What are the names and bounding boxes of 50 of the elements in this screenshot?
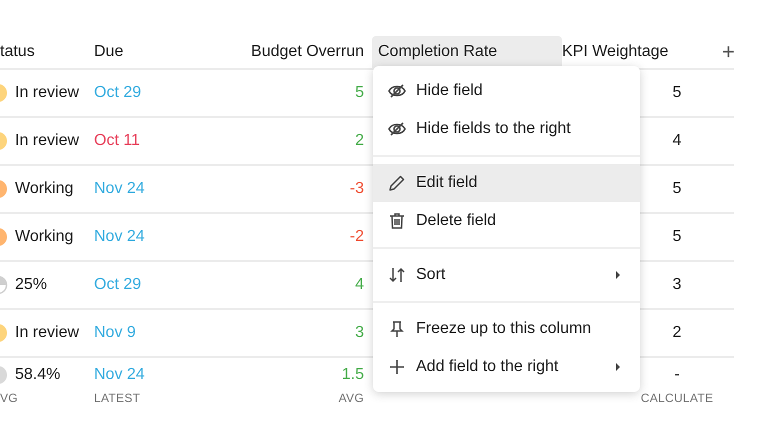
status-text: In review (15, 84, 80, 102)
menu-item[interactable]: Sort (373, 256, 640, 294)
due-date: Oct 29 (94, 276, 142, 293)
summary-label: LATEST (94, 391, 140, 405)
column-header[interactable]: Due (88, 36, 220, 68)
column-header[interactable]: KPI Weightage (562, 36, 722, 68)
overrun-value: 5 (355, 84, 364, 101)
trash-icon (387, 211, 407, 231)
status-text: 58.4% (15, 366, 60, 384)
due-date: Nov 24 (94, 180, 145, 197)
summary-label: AVG (338, 391, 364, 405)
due-date: Nov 24 (94, 366, 145, 382)
menu-item[interactable]: Freeze up to this column (373, 310, 640, 348)
kpi-value: - (674, 366, 680, 382)
pencil-icon (387, 173, 407, 193)
overrun-value: -3 (350, 180, 364, 197)
kpi-value: 4 (672, 132, 682, 149)
status-text: In review (15, 324, 80, 342)
menu-item[interactable]: Edit field (373, 164, 640, 202)
status-text: 25% (15, 276, 48, 294)
column-header[interactable]: Completion Rate (372, 36, 562, 68)
overrun-value: 4 (355, 276, 364, 293)
due-date: Nov 24 (94, 228, 145, 245)
column-header[interactable]: tatus (0, 36, 88, 68)
kpi-value: 3 (672, 276, 682, 293)
overrun-value: 3 (355, 324, 364, 341)
summary-label: CALCULATE (640, 391, 714, 405)
add-column-button[interactable]: + (722, 42, 760, 62)
due-date: Oct 29 (94, 84, 142, 101)
kpi-value: 2 (672, 324, 682, 341)
column-header[interactable]: Budget Overrun (220, 36, 370, 68)
kpi-value: 5 (672, 84, 682, 101)
pin-icon (387, 319, 407, 339)
plus-icon (387, 357, 407, 377)
summary-label: VG (0, 391, 18, 405)
overrun-value: 2 (355, 132, 364, 149)
kpi-value: 5 (672, 180, 682, 197)
kpi-value: 5 (672, 228, 682, 245)
overrun-value: -2 (350, 228, 364, 245)
status-text: Working (15, 228, 74, 246)
status-text: In review (15, 132, 80, 150)
menu-item[interactable]: Hide fields to the right (373, 110, 640, 148)
status-text: Working (15, 180, 74, 198)
menu-item[interactable]: Add field to the right (373, 348, 640, 386)
menu-item[interactable]: Hide field (373, 72, 640, 110)
sort-arrows-icon (387, 265, 407, 285)
overrun-value: 1.5 (342, 366, 364, 382)
due-date: Oct 11 (94, 132, 140, 149)
due-date: Nov 9 (94, 324, 136, 341)
menu-item[interactable]: Delete field (373, 202, 640, 240)
